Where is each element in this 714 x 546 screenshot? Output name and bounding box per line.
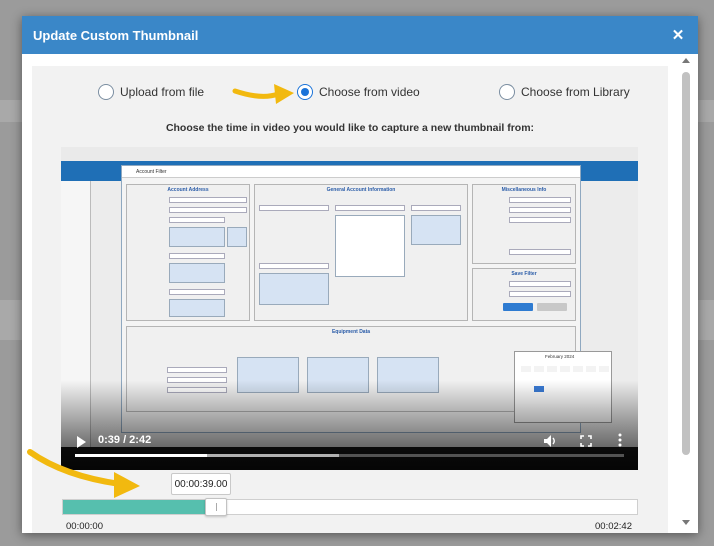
- frame-field: [509, 291, 571, 297]
- video-player[interactable]: Account Filter Account Address General A…: [61, 147, 638, 470]
- frame-field: [509, 217, 571, 223]
- more-options-icon[interactable]: [618, 433, 622, 447]
- frame-group-title: General Account Information: [326, 187, 396, 193]
- frame-calendar-month: February 2024: [545, 354, 575, 359]
- modal-scrollbar[interactable]: [680, 56, 692, 531]
- radio-choose-from-video[interactable]: Choose from video: [297, 84, 420, 100]
- radio-label: Choose from video: [319, 85, 420, 99]
- scrollbar-thumb[interactable]: [682, 72, 690, 455]
- frame-list: [411, 215, 461, 245]
- frame-checklist: [335, 215, 405, 277]
- radio-choose-from-library[interactable]: Choose from Library: [499, 84, 630, 100]
- frame-group-title: Equipment Data: [331, 329, 371, 335]
- frame-field: [335, 205, 405, 211]
- frame-field: [509, 197, 571, 203]
- radio-upload-from-file[interactable]: Upload from file: [98, 84, 204, 100]
- frame-button: [503, 303, 533, 311]
- modal-title: Update Custom Thumbnail: [33, 27, 199, 43]
- frame-field: [169, 289, 225, 295]
- thumbnail-time-slider[interactable]: [62, 498, 638, 516]
- frame-group-title: Save Filter: [511, 271, 537, 277]
- frame-field: [259, 205, 329, 211]
- frame-list: [169, 299, 225, 317]
- radio-dot: [301, 88, 309, 96]
- frame-dialog-title: Account Filter: [122, 166, 580, 178]
- frame-list: [259, 273, 329, 305]
- slider-fill: [63, 500, 215, 514]
- frame-calendar-day: [521, 366, 531, 372]
- video-progress-bar[interactable]: [75, 454, 624, 457]
- radio-circle[interactable]: [98, 84, 114, 100]
- fullscreen-icon[interactable]: [580, 435, 592, 447]
- modal-header: Update Custom Thumbnail ✕: [22, 16, 698, 54]
- frame-field: [259, 263, 329, 269]
- frame-group-title: Account Address: [167, 187, 209, 193]
- scroll-up-arrow-icon[interactable]: [682, 58, 690, 63]
- video-time-readout: 0:39 / 2:42: [98, 434, 152, 446]
- video-progress-buffered: [206, 454, 339, 457]
- frame-calendar-day: [573, 366, 583, 372]
- frame-calendar-day: [586, 366, 596, 372]
- frame-field: [509, 249, 571, 255]
- frame-group-save-filter: Save Filter: [472, 268, 576, 321]
- annotation-arrow-icon: [27, 449, 140, 498]
- video-controls: 0:39 / 2:42: [61, 422, 638, 470]
- radio-circle-selected[interactable]: [297, 84, 313, 100]
- frame-calendar-day: [547, 366, 557, 372]
- frame-field: [169, 217, 225, 223]
- frame-field: [169, 197, 247, 203]
- frame-field: [169, 207, 247, 213]
- frame-app-titlebar: [61, 147, 638, 161]
- frame-field: [509, 207, 571, 213]
- radio-label: Upload from file: [120, 85, 205, 99]
- frame-button: [537, 303, 567, 311]
- frame-field: [411, 205, 461, 211]
- frame-calendar-day: [560, 366, 570, 372]
- frame-calendar-day: [599, 366, 609, 372]
- instruction-text: Choose the time in video you would like …: [165, 122, 535, 134]
- radio-label: Choose from Library: [521, 85, 630, 99]
- slider-thumb[interactable]: [204, 498, 227, 516]
- frame-group-general: General Account Information: [254, 184, 468, 321]
- timeline-end-time: 00:02:42: [595, 521, 632, 532]
- close-icon[interactable]: ✕: [670, 26, 686, 44]
- frame-group-misc: Miscellaneous Info: [472, 184, 576, 264]
- frame-group-title: Miscellaneous Info: [501, 187, 547, 193]
- frame-field: [167, 367, 227, 373]
- frame-field: [169, 253, 225, 259]
- frame-calendar-day: [534, 366, 544, 372]
- frame-field: [509, 281, 571, 287]
- timeline-start-time: 00:00:00: [66, 521, 103, 532]
- frame-list: [169, 227, 225, 247]
- radio-circle[interactable]: [499, 84, 515, 100]
- frame-group-address: Account Address: [126, 184, 250, 321]
- frame-list: [169, 263, 225, 283]
- frame-list: [227, 227, 247, 247]
- annotation-arrow-icon: [232, 84, 294, 104]
- selected-time-tooltip: 00:00:39.00: [171, 473, 231, 495]
- scroll-down-arrow-icon[interactable]: [682, 520, 690, 525]
- thumbnail-source-options: Upload from file Choose from video Choos…: [32, 84, 668, 108]
- volume-icon[interactable]: [543, 434, 557, 448]
